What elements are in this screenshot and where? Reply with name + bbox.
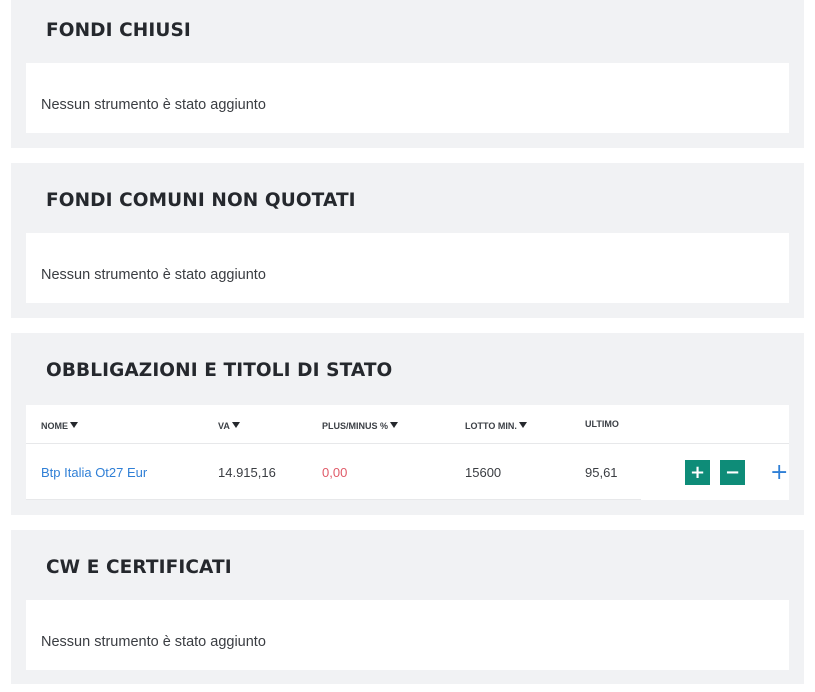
section-title: FONDI CHIUSI	[46, 20, 191, 41]
empty-message: Nessun strumento è stato aggiunto	[41, 97, 266, 113]
cell-plus-minus: 0,00	[322, 465, 348, 480]
plus-icon: +	[770, 460, 789, 485]
cell-va: 14.915,16	[218, 465, 276, 480]
section-fondi-chiusi: FONDI CHIUSI Nessun strumento è stato ag…	[11, 0, 804, 148]
column-header-label: VA	[218, 421, 230, 431]
sort-caret-icon[interactable]	[390, 421, 399, 428]
empty-card: Nessun strumento è stato aggiunto	[26, 233, 789, 303]
plus-icon: +	[689, 462, 706, 483]
section-fondi-comuni-non-quotati: FONDI COMUNI NON QUOTATI Nessun strument…	[11, 163, 804, 318]
section-title: OBBLIGAZIONI E TITOLI DI STATO	[46, 360, 393, 381]
section-obbligazioni-titoli-di-stato: OBBLIGAZIONI E TITOLI DI STATO NOME VA P…	[11, 333, 804, 515]
add-instrument-button[interactable]: +	[770, 460, 788, 485]
column-header-label: ULTIMO	[585, 419, 619, 429]
column-header-ultimo: ULTIMO	[585, 419, 619, 429]
column-header-plus-minus[interactable]: PLUS/MINUS %	[322, 421, 399, 431]
header-divider	[26, 443, 789, 444]
section-title: FONDI COMUNI NON QUOTATI	[46, 190, 356, 211]
sort-caret-icon[interactable]	[518, 421, 527, 428]
row-divider	[26, 499, 641, 500]
empty-card: Nessun strumento è stato aggiunto	[26, 63, 789, 133]
sell-button[interactable]: −	[720, 460, 745, 485]
column-header-label: PLUS/MINUS %	[322, 421, 389, 431]
column-header-va[interactable]: VA	[218, 421, 240, 431]
buy-button[interactable]: +	[685, 460, 710, 485]
cell-ultimo: 95,61	[585, 465, 618, 480]
instrument-name-link[interactable]: Btp Italia Ot27 Eur	[41, 465, 147, 480]
column-header-label: LOTTO MIN.	[465, 421, 517, 431]
empty-card: Nessun strumento è stato aggiunto	[26, 600, 789, 670]
instruments-table: NOME VA PLUS/MINUS % LOTTO MIN. ULTIMO B…	[26, 405, 789, 500]
column-header-nome[interactable]: NOME	[41, 421, 78, 431]
cell-lotto-min: 15600	[465, 465, 502, 480]
column-header-lotto-min[interactable]: LOTTO MIN.	[465, 421, 527, 431]
sort-caret-icon[interactable]	[70, 421, 78, 428]
minus-icon: −	[724, 462, 741, 483]
empty-message: Nessun strumento è stato aggiunto	[41, 634, 266, 650]
section-title: CW E CERTIFICATI	[46, 557, 232, 578]
empty-message: Nessun strumento è stato aggiunto	[41, 267, 266, 283]
column-header-label: NOME	[41, 421, 68, 431]
sort-caret-icon[interactable]	[231, 421, 240, 428]
section-cw-e-certificati: CW E CERTIFICATI Nessun strumento è stat…	[11, 530, 804, 684]
